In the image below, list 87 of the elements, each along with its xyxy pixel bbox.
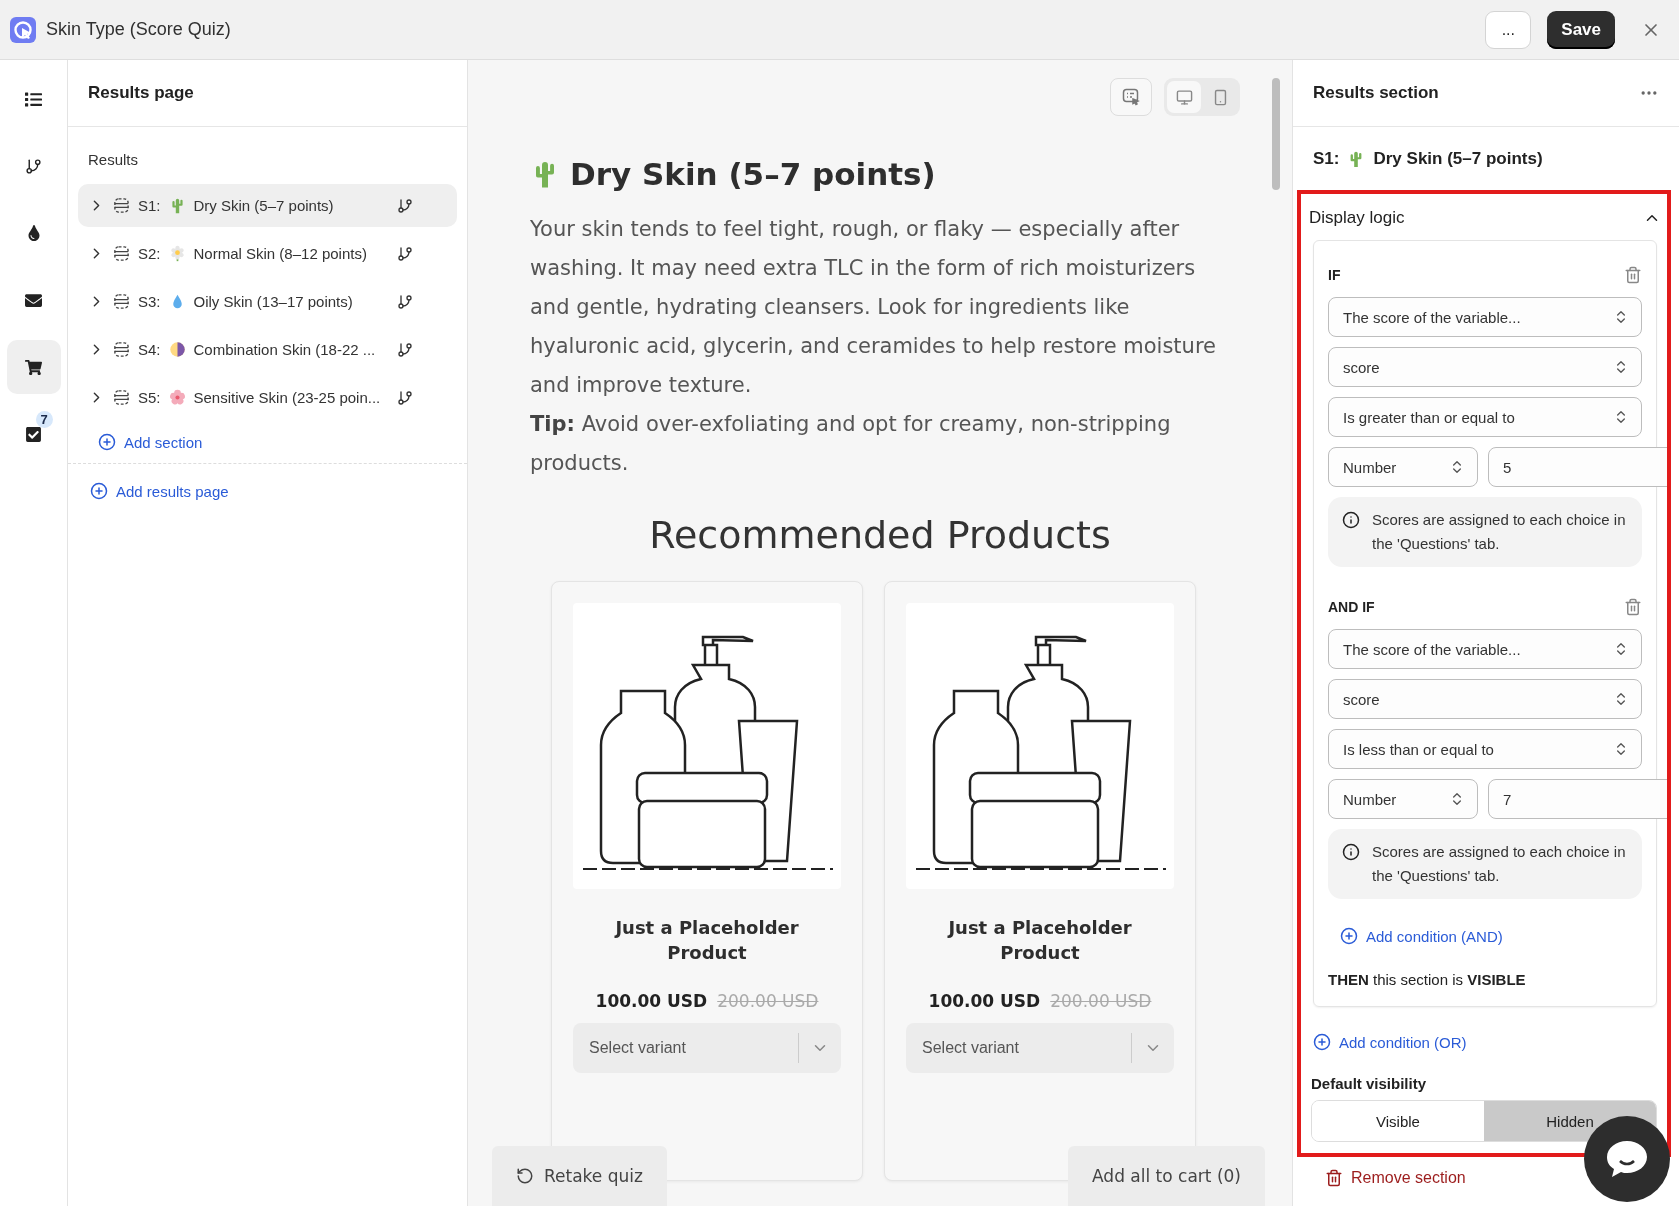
branch-icon — [397, 197, 413, 214]
condition-label: IF — [1328, 267, 1341, 283]
product-price: 100.00 USD — [595, 991, 708, 1011]
section-item[interactable]: S3: Oily Skin (13–17 points) — [78, 280, 457, 323]
plus-icon — [90, 482, 108, 500]
list-cursor-icon — [1122, 88, 1140, 106]
blossom-icon — [168, 389, 186, 406]
compare-price: 200.00 USD — [717, 991, 819, 1011]
section-item[interactable]: S5: Sensitive Skin (23-25 poin... — [78, 376, 457, 419]
select-field[interactable]: Is less than or equal to — [1328, 729, 1642, 769]
add-results-page-link[interactable]: Add results page — [68, 464, 251, 500]
panel-title: Results page — [88, 83, 194, 103]
info-icon — [1342, 511, 1360, 529]
select-field[interactable]: score — [1328, 347, 1642, 387]
input-field[interactable]: 7 — [1488, 779, 1667, 819]
product-name: Just a Placeholder Product — [613, 916, 800, 965]
section-title: Dry Skin (5–7 points) — [1373, 148, 1543, 169]
condition-label: AND IF — [1328, 599, 1375, 615]
plus-icon — [98, 433, 116, 451]
products-heading: Recommended Products — [648, 513, 1112, 557]
preview-button[interactable] — [1110, 78, 1152, 116]
branch-icon — [397, 389, 413, 406]
select-field[interactable]: score — [1328, 679, 1642, 719]
scrollbar[interactable] — [1272, 78, 1280, 190]
cart-icon — [25, 358, 42, 376]
section-icon — [113, 389, 130, 406]
product-price: 100.00 USD — [928, 991, 1041, 1011]
plus-icon — [1313, 1033, 1331, 1051]
list-icon — [25, 90, 42, 108]
select-field[interactable]: Number — [1328, 447, 1478, 487]
section-item[interactable]: S2: Normal Skin (8–12 points) — [78, 232, 457, 275]
variant-select[interactable]: Select variant — [906, 1023, 1174, 1073]
flower-icon — [168, 245, 186, 262]
branch-icon — [397, 341, 413, 358]
add-condition-link[interactable]: Add condition (OR) — [1301, 1007, 1479, 1051]
more-button[interactable]: ... — [1485, 10, 1532, 49]
product-name: Just a Placeholder Product — [946, 916, 1133, 965]
add-condition-link[interactable]: Add condition (AND) — [1328, 899, 1515, 945]
select-field[interactable]: Number — [1328, 779, 1478, 819]
device-toggle[interactable] — [1167, 81, 1201, 113]
undo-icon — [516, 1167, 534, 1185]
remove-section-link[interactable]: Remove section — [1293, 1157, 1498, 1199]
select-field[interactable]: The score of the variable... — [1328, 297, 1642, 337]
trash-icon[interactable] — [1624, 266, 1642, 284]
mail-icon — [25, 291, 42, 309]
count-badge: 7 — [35, 411, 53, 428]
section-code: S1: — [1313, 148, 1340, 169]
add-to-cart-button[interactable]: Add all to cart (0) — [1068, 1146, 1265, 1206]
window-title: Skin Type (Score Quiz) — [46, 19, 232, 40]
section-icon — [113, 197, 130, 214]
branch-icon — [397, 293, 413, 310]
variant-select[interactable]: Select variant — [573, 1023, 841, 1073]
section-item[interactable]: S1: Dry Skin (5–7 points) — [78, 184, 457, 227]
add-section-link[interactable]: Add section — [68, 419, 233, 451]
tip-text: Tip: Avoid over-exfoliating and opt for creamy, non-stripping products. — [530, 411, 1172, 477]
section-label: Default visibility — [1310, 1074, 1428, 1094]
plus-icon — [1340, 927, 1358, 945]
info-text: Scores are assigned to each choice in the 'Questions' tab. — [1372, 510, 1627, 554]
trash-icon[interactable] — [1624, 598, 1642, 616]
input-field[interactable]: 5 — [1488, 447, 1667, 487]
group-label: Results — [87, 150, 140, 170]
nav-button[interactable] — [6, 340, 61, 394]
result-description: Your skin tends to feel tight, rough, or flaky — especially after washing. It may need extra TLC in the form of rich moisturizers and gentle, hydrating cleansers. Look for ingredients like hyaluronic acid, glycerin, and ceramides to help restore moisture and improve texture. — [530, 216, 1217, 399]
section-icon — [113, 293, 130, 310]
info-text: Scores are assigned to each choice in the 'Questions' tab. — [1372, 842, 1627, 886]
compare-price: 200.00 USD — [1050, 991, 1152, 1011]
select-field[interactable]: The score of the variable... — [1328, 629, 1642, 669]
moon-icon — [168, 341, 186, 358]
trash-icon — [1325, 1169, 1343, 1187]
desktop-icon — [1175, 88, 1193, 106]
branch-icon — [397, 245, 413, 262]
panel-title: Results section — [1313, 83, 1439, 103]
retake-button[interactable]: Retake quiz — [492, 1146, 667, 1206]
select-field[interactable]: Is greater than or equal to — [1328, 397, 1642, 437]
result-heading: Dry Skin (5–7 points) — [570, 156, 936, 192]
section-icon — [113, 341, 130, 358]
branch-icon — [25, 157, 42, 175]
section-icon — [113, 245, 130, 262]
then-text: THEN this section is VISIBLE — [1328, 971, 1527, 988]
info-icon — [1342, 843, 1360, 861]
display-logic-toggle[interactable]: Display logic — [1301, 194, 1667, 240]
checkbox-icon — [25, 425, 42, 443]
app-logo — [10, 16, 36, 43]
save-button[interactable]: Save — [1547, 10, 1615, 49]
section-item[interactable]: S4: Combination Skin (18-22 ... — [78, 328, 457, 371]
chat-icon — [1605, 1139, 1649, 1179]
nav-button[interactable]: 7 — [6, 407, 61, 461]
